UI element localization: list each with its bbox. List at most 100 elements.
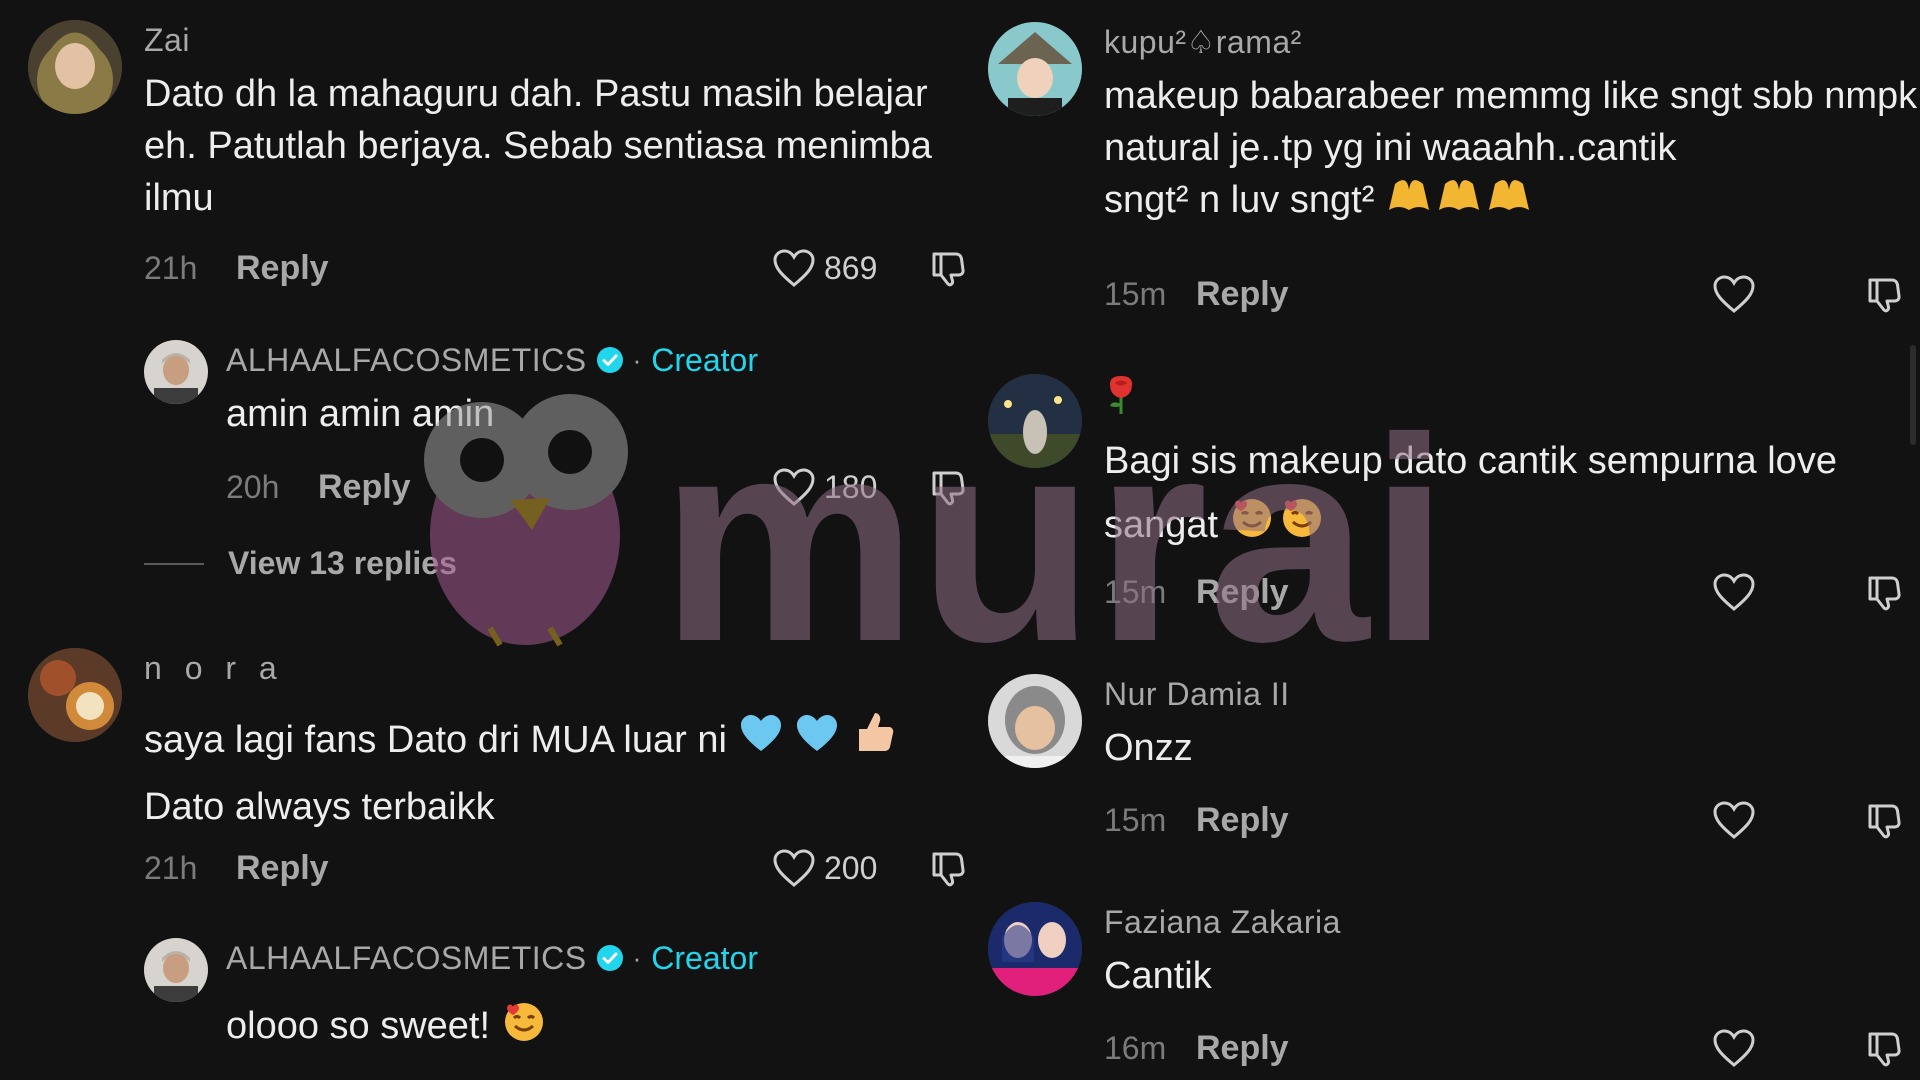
thumbs-down-icon [928, 248, 968, 288]
like-count: 869 [824, 249, 878, 286]
reply-button[interactable]: Reply [1196, 1029, 1289, 1068]
username[interactable]: Nur Damia II [1104, 674, 1920, 714]
dislike-button[interactable] [1864, 1028, 1904, 1068]
comment-text: Bagi sis makeup dato cantik sempurna lov… [1104, 429, 1920, 560]
timestamp: 15m [1104, 573, 1167, 610]
comment-text: olooo so sweet! [226, 998, 968, 1058]
avatar-image [988, 374, 1082, 468]
timestamp: 15m [1104, 801, 1167, 838]
avatar[interactable] [144, 938, 208, 1002]
heart-icon [1712, 800, 1756, 840]
avatar-image [988, 22, 1082, 116]
avatar[interactable] [988, 674, 1082, 768]
avatar-image [28, 20, 122, 114]
smiling-face-with-hearts-emoji-icon [1229, 494, 1325, 560]
comment-text: makeup babarabeer memmg like sngt sbb nm… [1104, 70, 1920, 230]
like-button[interactable] [1712, 274, 1756, 314]
username[interactable]: ALHAALFACOSMETICS [226, 340, 587, 380]
blue-heart-emoji-icon [738, 710, 784, 774]
heart-icon [772, 848, 816, 888]
comment-text-line-1: Bagi sis makeup dato cantik sempurna lov… [1104, 440, 1837, 482]
username[interactable]: kupu²♤rama² [1104, 22, 1920, 62]
reply-button[interactable]: Reply [318, 468, 411, 507]
thumbs-down-icon [1864, 572, 1904, 612]
reply-button[interactable]: Reply [1196, 801, 1289, 840]
comment-text-line-2: Dato always terbaikk [144, 785, 495, 828]
thumbs-down-icon [928, 467, 968, 507]
timestamp: 20h [226, 468, 280, 505]
comment-text: saya lagi fans Dato dri MUA luar ni Dato… [144, 708, 968, 839]
thumbs-up-emoji-icon [851, 709, 897, 775]
comment-text-line-2: sangat [1104, 504, 1219, 546]
comment-text: Dato dh la mahaguru dah. Pastu masih bel… [144, 73, 932, 219]
avatar[interactable] [28, 648, 122, 742]
separator: · [632, 344, 642, 375]
like-button[interactable] [1712, 800, 1756, 840]
comment-nur-damia: Nur Damia II Onzz 15m Reply [988, 674, 1920, 844]
like-count: 200 [824, 849, 878, 886]
dislike-button[interactable] [928, 848, 968, 888]
comment-text: Cantik [1104, 955, 1212, 997]
avatar[interactable] [144, 340, 208, 404]
thumbs-down-icon [1864, 800, 1904, 840]
dislike-button[interactable] [1864, 274, 1904, 314]
avatar-image [988, 902, 1082, 996]
avatar-image [988, 674, 1082, 768]
verified-badge-icon [596, 347, 623, 373]
comment-kupurama: kupu²♤rama² makeup babarabeer memmg like… [988, 22, 1920, 322]
heart-icon [772, 467, 816, 507]
creator-badge: Creator [651, 341, 758, 378]
verified-badge-icon [596, 945, 623, 971]
like-button[interactable]: 869 [772, 248, 884, 288]
dislike-button[interactable] [1864, 572, 1904, 612]
heart-icon [772, 248, 816, 288]
like-count: 180 [824, 468, 878, 505]
avatar[interactable] [988, 22, 1082, 116]
thumbs-down-icon [1864, 1028, 1904, 1068]
comment-text-line-1: saya lagi fans Dato dri MUA luar ni [144, 719, 727, 761]
thumbs-down-icon [928, 848, 968, 888]
timestamp: 16m [1104, 1029, 1167, 1066]
view-replies-label: View 13 replies [228, 545, 457, 581]
reply-button[interactable]: Reply [1196, 573, 1289, 612]
username-rose[interactable] [1104, 374, 1920, 425]
like-button[interactable] [1712, 572, 1756, 612]
divider [144, 562, 204, 565]
comment-zai: Zai Dato dh la mahaguru dah. Pastu masih… [28, 20, 968, 290]
dislike-button[interactable] [928, 248, 968, 288]
username[interactable]: ALHAALFACOSMETICS [226, 938, 587, 978]
reply-button[interactable]: Reply [236, 249, 329, 288]
heart-hands-emoji-icon [1385, 174, 1535, 230]
heart-icon [1712, 274, 1756, 314]
username[interactable]: n o r a [144, 648, 968, 688]
comment-nora: n o r a saya lagi fans Dato dri MUA luar… [28, 648, 968, 898]
dislike-button[interactable] [1864, 800, 1904, 840]
like-button[interactable]: 200 [772, 848, 884, 888]
view-replies-button[interactable]: View 13 replies [144, 545, 457, 582]
separator: · [632, 942, 642, 973]
scrollbar[interactable] [1910, 345, 1916, 445]
avatar-image [28, 648, 122, 742]
dislike-button[interactable] [928, 467, 968, 507]
rose-emoji-icon [1110, 376, 1132, 414]
avatar[interactable] [988, 902, 1082, 996]
avatar[interactable] [28, 20, 122, 114]
avatar[interactable] [988, 374, 1082, 468]
comment-text-line-1: olooo so sweet! [226, 1005, 491, 1048]
reply-button[interactable]: Reply [236, 849, 329, 888]
reply-alhaalfa-2: ALHAALFACOSMETICS · Creator olooo so swe… [144, 938, 968, 1078]
heart-icon [1712, 572, 1756, 612]
comment-text-line-1: makeup babarabeer memmg like sngt sbb nm… [1104, 75, 1918, 169]
like-button[interactable] [1712, 1028, 1756, 1068]
thumbs-down-icon [1864, 274, 1904, 314]
username[interactable]: Zai [144, 20, 968, 60]
blue-heart-emoji-icon [794, 710, 840, 774]
reply-alhaalfa-1: ALHAALFACOSMETICS · Creator amin amin am… [144, 340, 968, 506]
comment-text: Onzz [1104, 727, 1193, 769]
comment-faziana-zakaria: Faziana Zakaria Cantik 16m Reply [988, 902, 1920, 1072]
username[interactable]: Faziana Zakaria [1104, 902, 1920, 942]
like-button[interactable]: 180 [772, 467, 884, 507]
comment-text-line-2: sngt² n luv sngt² [1104, 179, 1375, 222]
comment-rose-user: Bagi sis makeup dato cantik sempurna lov… [988, 374, 1920, 624]
reply-button[interactable]: Reply [1196, 275, 1289, 314]
